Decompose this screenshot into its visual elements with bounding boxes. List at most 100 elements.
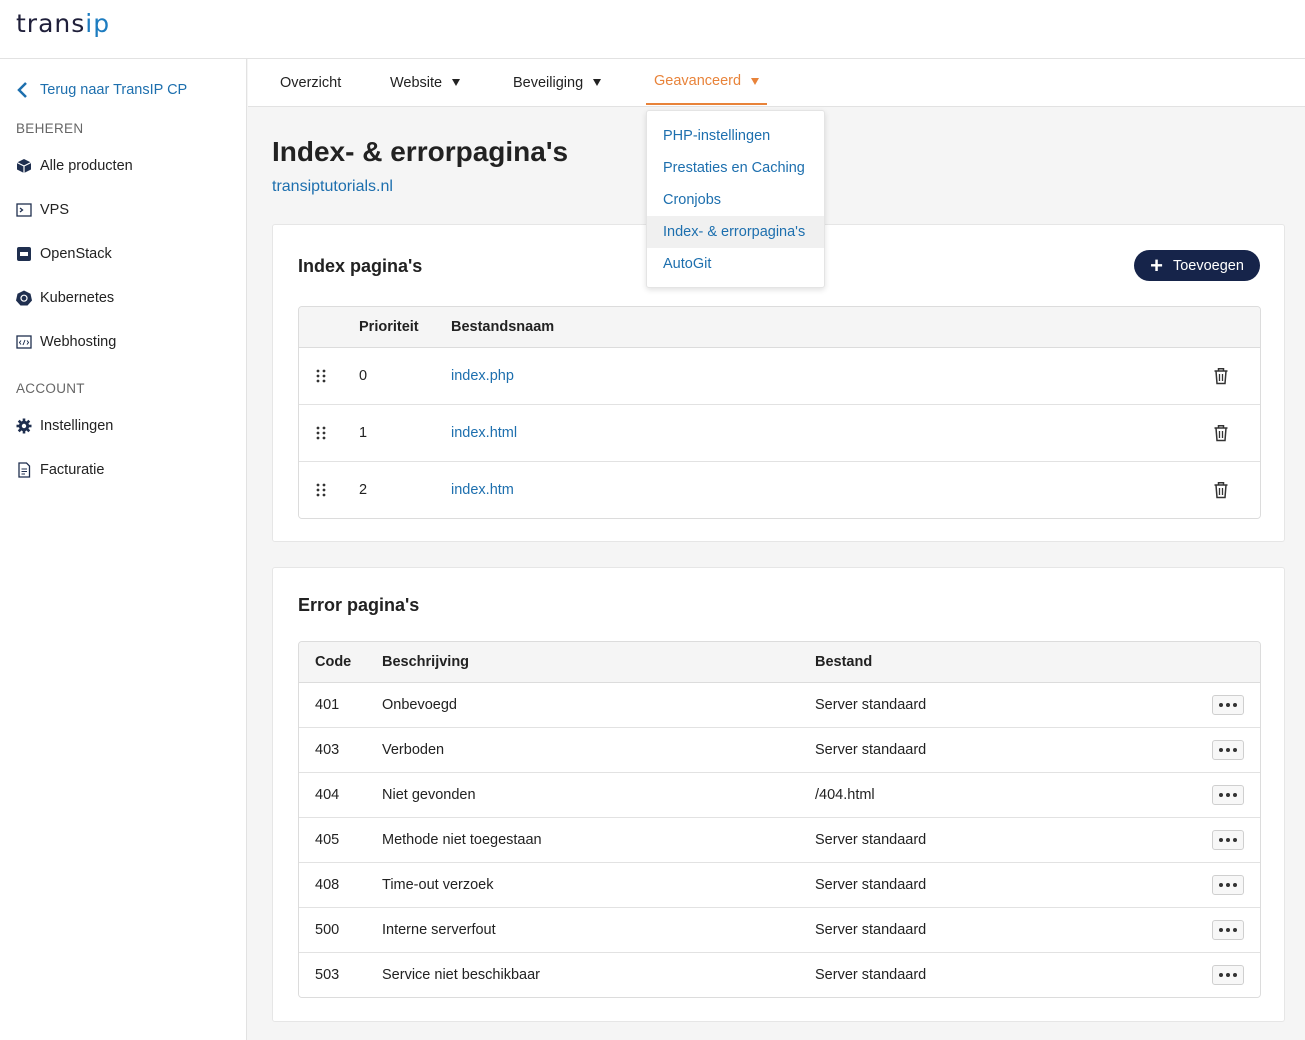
- menu-item-php-settings[interactable]: PHP-instellingen: [647, 120, 824, 152]
- filename-link[interactable]: index.htm: [451, 482, 514, 498]
- error-file: Server standaard: [815, 922, 927, 938]
- error-file: Server standaard: [815, 697, 927, 713]
- table-header: Prioriteit Bestandsnaam: [299, 307, 1260, 348]
- table-row: 0 index.php: [299, 348, 1260, 405]
- error-code: 500: [315, 922, 340, 938]
- table-row: 401 Onbevoegd Server standaard: [299, 683, 1260, 728]
- sidebar-item-openstack[interactable]: OpenStack: [16, 246, 112, 262]
- error-description: Onbevoegd: [382, 697, 457, 713]
- column-header-file: Bestand: [815, 654, 873, 670]
- error-file: /404.html: [815, 787, 875, 803]
- tab-security[interactable]: Beveiliging: [513, 59, 602, 106]
- priority-value: 1: [359, 425, 368, 441]
- priority-value: 2: [359, 482, 368, 498]
- sidebar: Terug naar TransIP CP BEHEREN Alle produ…: [0, 59, 247, 1040]
- error-code: 503: [315, 967, 340, 983]
- gear-icon: [16, 418, 32, 434]
- more-options-button[interactable]: [1212, 785, 1244, 805]
- menu-item-performance-caching[interactable]: Prestaties en Caching: [647, 152, 824, 184]
- sidebar-item-kubernetes[interactable]: Kubernetes: [16, 290, 114, 306]
- add-button[interactable]: + Toevoegen: [1134, 250, 1260, 281]
- error-file: Server standaard: [815, 877, 927, 893]
- filename-link[interactable]: index.html: [451, 425, 517, 441]
- error-code: 405: [315, 832, 340, 848]
- tab-advanced[interactable]: Geavanceerd: [646, 59, 768, 105]
- domain-link[interactable]: transiptutorials.nl: [272, 178, 393, 196]
- error-pages-table: Code Beschrijving Bestand 401 Onbevoegd …: [298, 641, 1261, 998]
- caret-down-icon: [452, 79, 461, 86]
- top-header: transip: [0, 0, 1305, 59]
- drag-handle-icon[interactable]: [316, 426, 326, 440]
- sidebar-item-settings[interactable]: Instellingen: [16, 418, 113, 434]
- menu-item-index-error-pages[interactable]: Index- & errorpagina's: [647, 216, 824, 248]
- error-pages-card: Error pagina's Code Beschrijving Bestand…: [272, 567, 1285, 1022]
- caret-down-icon: [751, 77, 760, 85]
- trash-icon[interactable]: [1213, 481, 1229, 499]
- error-description: Interne serverfout: [382, 922, 496, 938]
- drag-handle-icon[interactable]: [316, 369, 326, 383]
- table-header: Code Beschrijving Bestand: [299, 642, 1260, 683]
- cube-icon: [16, 159, 32, 173]
- more-options-button[interactable]: [1212, 830, 1244, 850]
- sidebar-heading-manage: BEHEREN: [16, 121, 84, 136]
- sidebar-item-webhosting[interactable]: Webhosting: [16, 334, 116, 350]
- error-description: Methode niet toegestaan: [382, 832, 542, 848]
- table-row: 404 Niet gevonden /404.html: [299, 773, 1260, 818]
- error-pages-title: Error pagina's: [298, 595, 420, 615]
- code-window-icon: [16, 335, 32, 349]
- column-header-filename: Bestandsnaam: [451, 319, 555, 335]
- table-row: 403 Verboden Server standaard: [299, 728, 1260, 773]
- error-code: 408: [315, 877, 340, 893]
- error-description: Verboden: [382, 742, 445, 758]
- invoice-icon: [18, 462, 31, 478]
- menu-item-cronjobs[interactable]: Cronjobs: [647, 184, 824, 216]
- more-options-button[interactable]: [1212, 965, 1244, 985]
- sidebar-item-all-products[interactable]: Alle producten: [16, 158, 133, 174]
- more-options-button[interactable]: [1212, 920, 1244, 940]
- column-header-description: Beschrijving: [382, 654, 470, 670]
- table-row: 1 index.html: [299, 405, 1260, 462]
- priority-value: 0: [359, 368, 368, 384]
- table-row: 405 Methode niet toegestaan Server stand…: [299, 818, 1260, 863]
- index-pages-title: Index pagina's: [298, 256, 423, 276]
- error-code: 401: [315, 697, 340, 713]
- column-header-priority: Prioriteit: [359, 319, 419, 335]
- transip-logo[interactable]: transip: [16, 9, 110, 39]
- error-description: Niet gevonden: [382, 787, 476, 803]
- page-title: Index- & errorpagina's: [272, 136, 569, 167]
- main-tabs: Overzicht Website Beveiliging Geavanceer…: [248, 59, 1305, 107]
- error-file: Server standaard: [815, 967, 927, 983]
- menu-item-autogit[interactable]: AutoGit: [647, 248, 824, 280]
- chevron-left-icon: [17, 82, 27, 98]
- index-pages-table: Prioriteit Bestandsnaam 0 index.php 1 in…: [298, 306, 1261, 519]
- more-options-button[interactable]: [1212, 875, 1244, 895]
- error-file: Server standaard: [815, 832, 927, 848]
- advanced-dropdown-menu: PHP-instellingen Prestaties en Caching C…: [646, 110, 825, 288]
- table-row: 2 index.htm: [299, 462, 1260, 518]
- table-row: 503 Service niet beschikbaar Server stan…: [299, 953, 1260, 997]
- table-row: 408 Time-out verzoek Server standaard: [299, 863, 1260, 908]
- table-row: 500 Interne serverfout Server standaard: [299, 908, 1260, 953]
- more-options-button[interactable]: [1212, 695, 1244, 715]
- drag-handle-icon[interactable]: [316, 483, 326, 497]
- sidebar-item-vps[interactable]: VPS: [16, 202, 69, 218]
- filename-link[interactable]: index.php: [451, 368, 514, 384]
- error-description: Time-out verzoek: [382, 877, 494, 893]
- back-to-cp-link[interactable]: Terug naar TransIP CP: [16, 81, 187, 99]
- column-header-code: Code: [315, 654, 352, 670]
- caret-down-icon: [593, 79, 602, 86]
- trash-icon[interactable]: [1213, 367, 1229, 385]
- error-code: 403: [315, 742, 340, 758]
- trash-icon[interactable]: [1213, 424, 1229, 442]
- tab-website[interactable]: Website: [390, 59, 461, 106]
- error-file: Server standaard: [815, 742, 927, 758]
- openstack-icon: [17, 247, 31, 261]
- terminal-icon: [16, 203, 32, 217]
- more-options-button[interactable]: [1212, 740, 1244, 760]
- error-code: 404: [315, 787, 340, 803]
- sidebar-item-billing[interactable]: Facturatie: [16, 462, 104, 478]
- plus-icon: +: [1150, 252, 1163, 278]
- sidebar-heading-account: ACCOUNT: [16, 381, 85, 396]
- kubernetes-icon: [16, 290, 32, 306]
- tab-overview[interactable]: Overzicht: [280, 59, 341, 106]
